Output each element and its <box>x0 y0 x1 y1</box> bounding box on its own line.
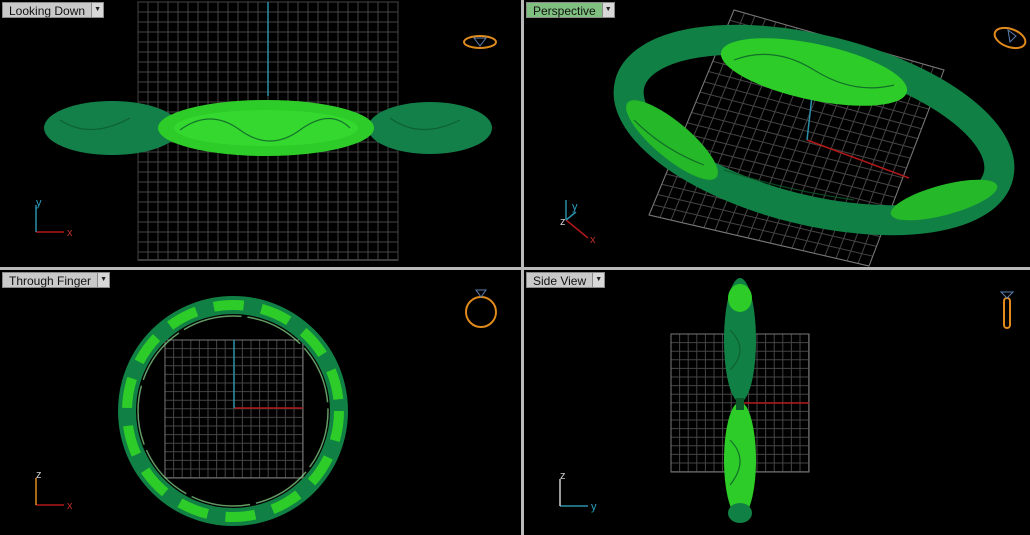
x-axis-label: x <box>67 227 73 239</box>
y-axis-label: y <box>36 197 42 209</box>
viewport-through-finger[interactable]: Through Finger ▼ x z <box>0 270 521 535</box>
viewport-label: Looking Down <box>2 2 92 18</box>
viewport-label: Perspective <box>526 2 602 18</box>
viewport-tab-side-view[interactable]: Side View ▼ <box>526 272 606 288</box>
ring-model <box>44 100 492 156</box>
viewport-tab-looking-down[interactable]: Looking Down ▼ <box>2 2 105 18</box>
chevron-down-icon[interactable]: ▼ <box>91 2 105 18</box>
z-axis-label: z <box>36 469 42 481</box>
ring-model <box>613 24 1015 236</box>
x-axis-label: x <box>590 234 596 246</box>
ring-view-icon <box>993 26 1027 50</box>
ring-view-icon <box>463 35 497 49</box>
ring-view-icon <box>465 289 497 328</box>
y-axis-label: y <box>591 501 597 513</box>
y-axis-label: y <box>572 201 578 213</box>
scene-perspective: x z y <box>560 9 1027 267</box>
viewport-tab-perspective[interactable]: Perspective ▼ <box>526 2 615 18</box>
viewport-tab-through-finger[interactable]: Through Finger ▼ <box>2 272 111 288</box>
viewport-perspective[interactable]: Perspective ▼ x z y <box>524 0 1030 267</box>
ring-view-icon <box>999 291 1015 329</box>
chevron-down-icon[interactable]: ▼ <box>97 272 111 288</box>
viewport-side-view[interactable]: Side View ▼ y z <box>524 270 1030 535</box>
ring-model <box>724 278 756 523</box>
chevron-down-icon[interactable]: ▼ <box>601 2 615 18</box>
scene-through-finger: x z <box>35 289 497 526</box>
chevron-down-icon[interactable]: ▼ <box>592 272 606 288</box>
x-axis-label: x <box>67 500 73 512</box>
z-axis-label: z <box>560 216 566 228</box>
viewport-label: Through Finger <box>2 272 98 288</box>
scene-side-view: y z <box>559 278 1015 523</box>
scene-top: x y <box>35 1 497 261</box>
z-axis-label: z <box>560 470 566 482</box>
viewport-label: Side View <box>526 272 593 288</box>
ring-model <box>118 296 348 526</box>
viewport-looking-down[interactable]: Looking Down ▼ x y <box>0 0 521 267</box>
